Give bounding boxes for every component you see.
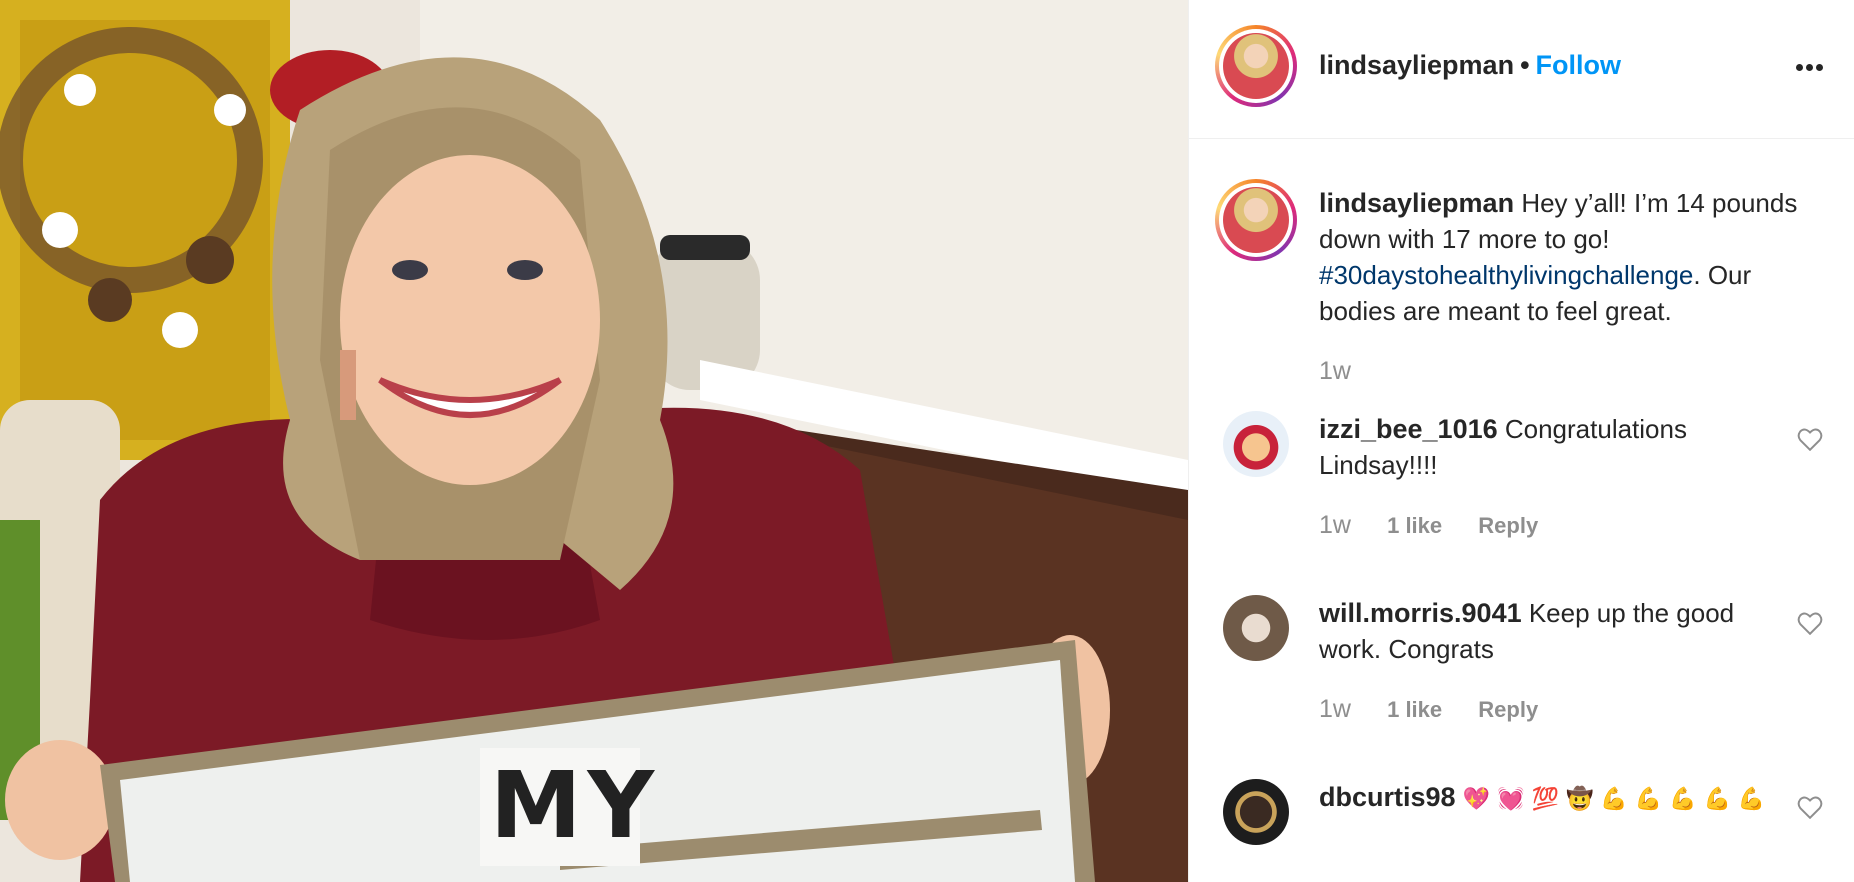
comment-timestamp[interactable]: 1w — [1319, 695, 1351, 723]
comment-username[interactable]: will.morris.9041 — [1319, 598, 1522, 628]
commenter-avatar[interactable] — [1223, 411, 1289, 477]
post-photo[interactable]: MY — [0, 0, 1188, 882]
post-image — [0, 0, 1188, 882]
author-avatar[interactable] — [1215, 25, 1297, 107]
comment-username[interactable]: izzi_bee_1016 — [1319, 414, 1498, 444]
comment-meta: 1w 1 like Reply — [1319, 511, 1538, 540]
post-side-panel: lindsayliepman • Follow lindsayliepman Hey… — [1188, 0, 1854, 882]
heart-icon[interactable] — [1797, 611, 1823, 635]
caption-avatar[interactable] — [1215, 179, 1297, 261]
caption-username[interactable]: lindsayliepman — [1319, 188, 1514, 218]
comment-emoji-body: 💖 💓 💯 🤠 💪 💪 💪 💪 💪 — [1462, 787, 1766, 812]
heart-icon[interactable] — [1797, 795, 1823, 819]
comment-text: will.morris.9041 Keep up the good work. … — [1319, 595, 1779, 667]
commenter-avatar[interactable] — [1223, 779, 1289, 845]
post-header: lindsayliepman • Follow — [1189, 0, 1854, 139]
heart-icon[interactable] — [1797, 427, 1823, 451]
reply-button[interactable]: Reply — [1478, 697, 1538, 722]
reply-button[interactable]: Reply — [1478, 513, 1538, 538]
comment-username[interactable]: dbcurtis98 — [1319, 782, 1456, 812]
comment-text: izzi_bee_1016 Congratulations Lindsay!!!… — [1319, 411, 1779, 483]
comment-likes[interactable]: 1 like — [1387, 513, 1442, 538]
hashtag-link[interactable]: #30daystohealthylivingchallenge — [1319, 260, 1693, 290]
comment-text: dbcurtis98 💖 💓 💯 🤠 💪 💪 💪 💪 💪 — [1319, 779, 1779, 818]
separator-dot: • — [1520, 50, 1530, 80]
comment-meta: 1w 1 like Reply — [1319, 695, 1538, 724]
letterboard-text: MY — [490, 752, 661, 859]
follow-button[interactable]: Follow — [1536, 50, 1621, 80]
caption-timestamp[interactable]: 1w — [1319, 357, 1351, 386]
comment-likes[interactable]: 1 like — [1387, 697, 1442, 722]
caption-text: lindsayliepman Hey y’all! I’m 14 pounds … — [1319, 185, 1819, 329]
comment-timestamp[interactable]: 1w — [1319, 511, 1351, 539]
author-username[interactable]: lindsayliepman — [1319, 50, 1514, 80]
commenter-avatar[interactable] — [1223, 595, 1289, 661]
more-options-icon[interactable] — [1796, 58, 1830, 78]
